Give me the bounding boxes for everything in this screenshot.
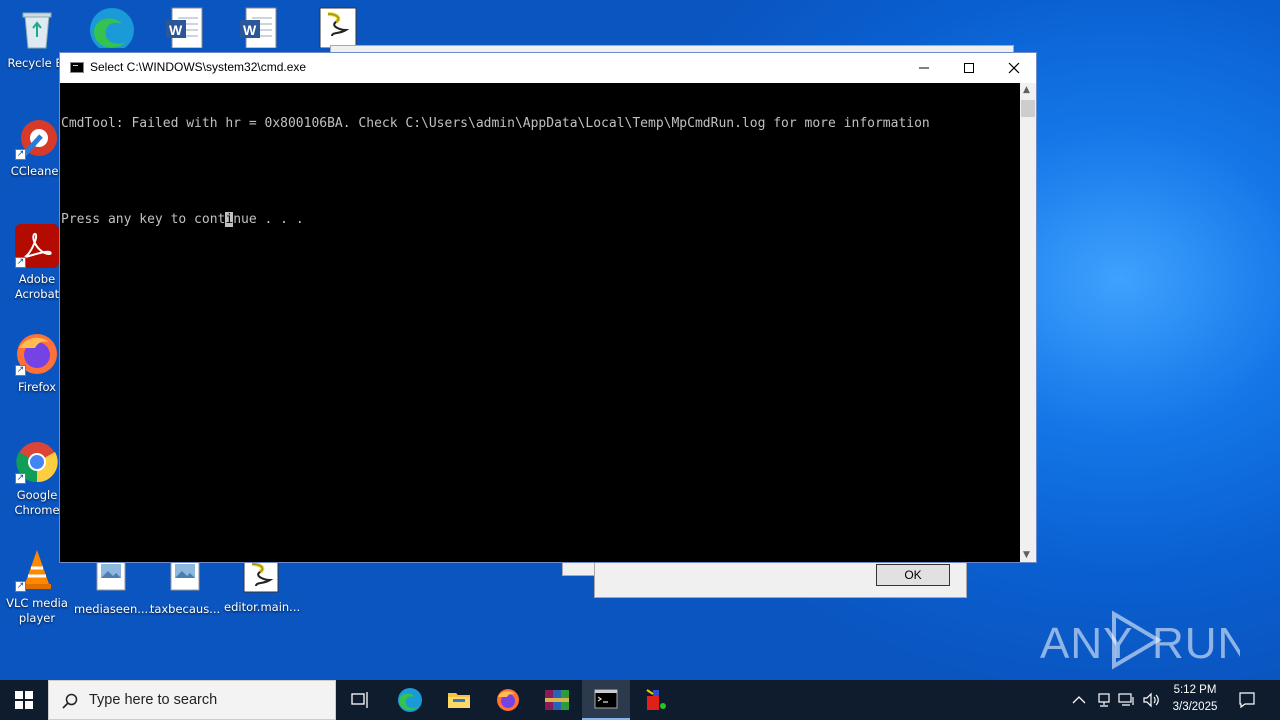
- desktop-icon-label: VLC media player: [6, 596, 68, 625]
- vlc-icon: ↗: [15, 548, 59, 592]
- taskbar-winrar[interactable]: [533, 680, 581, 720]
- shortcut-arrow-icon: ↗: [15, 149, 26, 160]
- word-document-icon[interactable]: W: [238, 6, 278, 49]
- desktop-icon-taxbecaus[interactable]: taxbecaus...: [148, 556, 222, 617]
- taskbar-file-explorer[interactable]: [435, 680, 483, 720]
- app-icon: [646, 689, 666, 710]
- ok-button[interactable]: OK: [876, 564, 950, 586]
- console-text: nue . . .: [233, 212, 304, 227]
- maximize-button[interactable]: [946, 53, 992, 83]
- search-icon: [62, 693, 78, 709]
- svg-text:RUN: RUN: [1152, 619, 1240, 668]
- edge-icon: [398, 688, 422, 712]
- task-view-button[interactable]: [336, 680, 384, 720]
- start-button[interactable]: [0, 680, 48, 720]
- shortcut-arrow-icon: ↗: [15, 581, 26, 592]
- word-document-icon[interactable]: W: [164, 6, 204, 49]
- close-icon: [1008, 62, 1020, 74]
- winrar-icon: [545, 690, 569, 710]
- taskbar-app[interactable]: [632, 680, 680, 720]
- svg-text:W: W: [243, 22, 257, 38]
- vertical-scrollbar[interactable]: ▲ ▼: [1020, 83, 1036, 562]
- console-line: CmdTool: Failed with hr = 0x800106BA. Ch…: [61, 116, 930, 131]
- ethernet-icon[interactable]: [1118, 692, 1136, 708]
- shortcut-arrow-icon: ↗: [15, 257, 26, 268]
- recycle-bin-icon: [15, 8, 59, 52]
- taskbar-edge[interactable]: [386, 680, 434, 720]
- maximize-icon: [964, 63, 974, 73]
- shortcut-arrow-icon: ↗: [15, 473, 26, 484]
- taskbar: Type here to search 5:12 PM 3/3/2025: [0, 680, 1280, 720]
- desktop-icon-label: mediaseen....: [74, 602, 152, 616]
- cmd-icon: [594, 689, 618, 709]
- desktop-icon-editor-main[interactable]: editor.main...: [224, 556, 301, 615]
- minimize-icon: [919, 67, 929, 69]
- window-title: Select C:\WINDOWS\system32\cmd.exe: [90, 60, 307, 74]
- edge-desktop-icon[interactable]: [88, 6, 134, 52]
- firefox-icon: ↗: [15, 332, 59, 376]
- scroll-down-icon[interactable]: ▼: [1023, 550, 1030, 560]
- firefox-icon: [497, 689, 519, 711]
- folder-icon: [448, 693, 470, 708]
- desktop-icon-label: taxbecaus...: [149, 602, 221, 616]
- volume-icon[interactable]: [1142, 692, 1160, 708]
- task-view-icon: [351, 692, 368, 708]
- svg-text:W: W: [169, 22, 183, 38]
- clock-date[interactable]: 3/3/2025: [1166, 701, 1224, 713]
- notification-icon[interactable]: [1238, 691, 1256, 709]
- chevron-up-icon[interactable]: [1072, 694, 1086, 706]
- console-prompt-line: Press any key to continue . . .: [61, 212, 1020, 228]
- taskbar-firefox[interactable]: [484, 680, 532, 720]
- minimize-button[interactable]: [901, 53, 947, 83]
- taskbar-cmd[interactable]: [582, 680, 630, 720]
- shortcut-arrow-icon: ↗: [15, 365, 26, 376]
- chrome-icon: ↗: [15, 440, 59, 484]
- cmd-title-bar[interactable]: Select C:\WINDOWS\system32\cmd.exe: [60, 53, 1036, 83]
- windows-logo-icon: [15, 691, 33, 709]
- ccleaner-icon: ↗: [15, 116, 59, 160]
- cmd-icon: [70, 62, 84, 73]
- desktop-icon-mediaseen[interactable]: mediaseen....: [74, 556, 152, 617]
- adobe-acrobat-icon: ↗: [15, 224, 59, 268]
- scrollbar-thumb[interactable]: [1021, 100, 1035, 117]
- clock-time[interactable]: 5:12 PM: [1166, 684, 1224, 696]
- script-file-icon[interactable]: [318, 6, 358, 49]
- search-placeholder: Type here to search: [89, 692, 218, 708]
- anyrun-watermark: ANY RUN: [1040, 608, 1249, 685]
- network-status-icon[interactable]: [1096, 692, 1112, 708]
- scroll-up-icon[interactable]: ▲: [1023, 85, 1030, 95]
- taskbar-search-box[interactable]: Type here to search: [48, 680, 336, 720]
- close-button[interactable]: [991, 53, 1037, 83]
- desktop-icon-label: editor.main...: [224, 600, 301, 614]
- console-output[interactable]: CmdTool: Failed with hr = 0x800106BA. Ch…: [60, 83, 1020, 562]
- console-text: Press any key to cont: [61, 212, 226, 227]
- cmd-window[interactable]: Select C:\WINDOWS\system32\cmd.exe CmdTo…: [59, 52, 1037, 563]
